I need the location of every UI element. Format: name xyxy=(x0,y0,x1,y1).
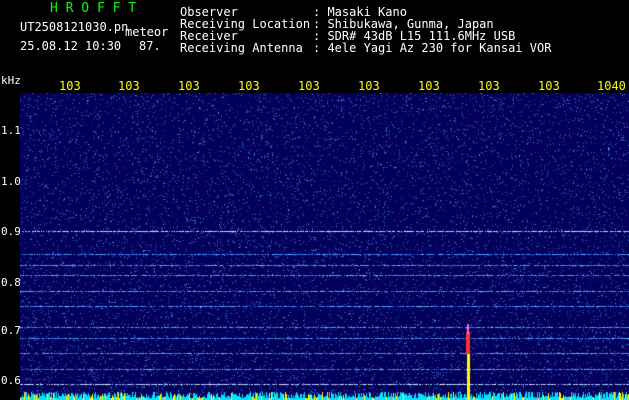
x-tick-label: 103 xyxy=(478,79,500,93)
count-label: 87. xyxy=(139,39,161,53)
spectrogram-canvas xyxy=(20,93,629,400)
y-tick-label: 0.9 xyxy=(1,225,21,238)
x-tick-label: 103 xyxy=(538,79,560,93)
hrofft-screen: H R O F F T UT2508121030.pn meteor 25.08… xyxy=(0,0,629,400)
y-tick-label: 1.1 xyxy=(1,124,21,137)
field-label-antenna: Receiving Antenna xyxy=(180,41,303,55)
x-tick-label: 103 xyxy=(178,79,200,93)
datetime-label: 25.08.12 10:30 xyxy=(20,39,122,53)
x-tick-label: 103 xyxy=(298,79,320,93)
y-tick-label: 0.8 xyxy=(1,276,21,289)
spectrogram-plot xyxy=(20,93,629,400)
x-tick-label: 103 xyxy=(59,79,81,93)
y-tick-label: 0.7 xyxy=(1,324,21,337)
brand-label: H R O F F T xyxy=(50,1,137,16)
x-tick-label: 1040 xyxy=(597,79,626,93)
filename-label: UT2508121030.pn xyxy=(20,20,129,34)
x-tick-label: 103 xyxy=(118,79,140,93)
x-tick-label: 103 xyxy=(418,79,440,93)
field-value-antenna: : 4ele Yagi Az 230 for Kansai VOR xyxy=(313,41,552,55)
x-tick-label: 103 xyxy=(358,79,380,93)
x-tick-label: 103 xyxy=(238,79,260,93)
y-tick-label: 1.0 xyxy=(1,175,21,188)
mode-label: meteor xyxy=(125,25,169,39)
y-axis-unit: kHz xyxy=(1,74,21,87)
y-tick-label: 0.6 xyxy=(1,374,21,387)
